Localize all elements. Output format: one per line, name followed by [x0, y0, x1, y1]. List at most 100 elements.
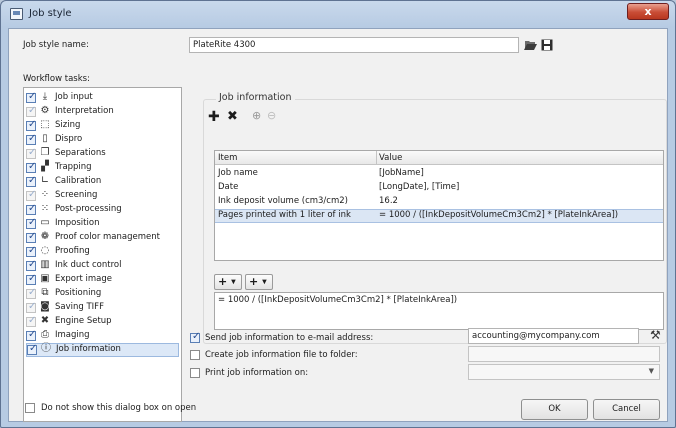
task-saving-tiff[interactable]: ◙ Saving TIFF: [26, 301, 179, 315]
info-icon: ⓘ: [41, 343, 51, 354]
email-address-input[interactable]: accounting@mycompany.com: [468, 328, 639, 344]
email-checkbox[interactable]: [190, 331, 200, 343]
task-job-information[interactable]: ⓘ Job information: [26, 343, 179, 357]
task-positioning[interactable]: ⧉ Positioning: [26, 287, 179, 301]
folder-input[interactable]: [468, 346, 660, 362]
insert-field-dropdown[interactable]: + ▼: [214, 274, 242, 290]
task-proofing[interactable]: ◌ Proofing: [26, 245, 179, 259]
task-checkbox[interactable]: [26, 133, 36, 145]
task-checkbox[interactable]: [26, 329, 36, 341]
row-value: [LongDate], [Time]: [379, 182, 460, 192]
task-checkbox[interactable]: [26, 301, 36, 313]
insert-function-dropdown[interactable]: + ▼: [245, 274, 273, 290]
calibration-icon: ∟: [40, 175, 50, 186]
task-checkbox[interactable]: [26, 245, 36, 257]
window-title: Job style: [29, 8, 72, 19]
import-icon: ⤓: [42, 91, 48, 102]
row-item: Job name: [218, 168, 258, 178]
task-label: Post-processing: [55, 204, 122, 214]
task-checkbox[interactable]: [26, 217, 36, 229]
task-checkbox[interactable]: [27, 343, 37, 355]
task-checkbox[interactable]: [26, 161, 36, 173]
row-value: 16.2: [379, 196, 398, 206]
job-info-table[interactable]: Item Value Job name [JobName] Date [Long…: [214, 150, 664, 261]
task-checkbox[interactable]: [26, 273, 36, 285]
insert-field-label: +: [218, 275, 228, 288]
ok-button[interactable]: OK: [521, 399, 588, 420]
task-interpretation[interactable]: ⚙ Interpretation: [26, 105, 179, 119]
task-checkbox[interactable]: [26, 315, 36, 327]
task-checkbox[interactable]: [26, 231, 36, 243]
task-post-processing[interactable]: ⁙ Post-processing: [26, 203, 179, 217]
workflow-task-list[interactable]: ⤓ Job input ⚙ Interpretation ⬚ Sizing ▯ …: [23, 87, 182, 422]
job-style-name-label: Job style name:: [23, 40, 89, 50]
task-calibration[interactable]: ∟ Calibration: [26, 175, 179, 189]
task-label: Positioning: [55, 288, 102, 298]
trapping-icon: ▞: [41, 161, 49, 172]
task-imposition[interactable]: ▭ Imposition: [26, 217, 179, 231]
task-checkbox[interactable]: [26, 259, 36, 271]
task-label: Imaging: [55, 330, 90, 340]
save-icon[interactable]: [541, 39, 553, 53]
job-style-window: Job style x Job style name: PlateRite 43…: [0, 0, 676, 428]
task-label: Screening: [55, 190, 98, 200]
task-engine-setup[interactable]: ✖ Engine Setup: [26, 315, 179, 329]
positioning-icon: ⧉: [41, 287, 49, 298]
tiff-icon: ◙: [40, 301, 50, 312]
task-checkbox[interactable]: [26, 175, 36, 187]
move-down-icon[interactable]: ⊖: [267, 109, 276, 122]
table-row[interactable]: Date [LongDate], [Time]: [215, 182, 663, 194]
task-label: Engine Setup: [55, 316, 112, 326]
delete-icon[interactable]: ✖: [227, 109, 238, 124]
table-row[interactable]: Job name [JobName]: [215, 168, 663, 180]
column-header-item[interactable]: Item: [218, 153, 237, 163]
row-value: = 1000 / ([InkDepositVolumeCm3Cm2] * [Pl…: [379, 210, 619, 220]
table-row[interactable]: Ink deposit volume (cm3/cm2) 16.2: [215, 196, 663, 208]
task-label: Proofing: [55, 246, 90, 256]
expression-editor[interactable]: = 1000 / ([InkDepositVolumeCm3Cm2] * [Pl…: [214, 292, 664, 330]
plus-icon[interactable]: ✚: [208, 109, 220, 125]
move-up-icon[interactable]: ⊕: [252, 109, 261, 122]
tools-icon[interactable]: ⚒: [650, 329, 661, 341]
task-label: Trapping: [55, 162, 92, 172]
column-header-value[interactable]: Value: [379, 153, 402, 163]
task-separations[interactable]: ❐ Separations: [26, 147, 179, 161]
dont-show-checkbox[interactable]: [25, 403, 35, 413]
insert-function-label: +: [249, 275, 259, 288]
task-label: Proof color management: [55, 232, 160, 242]
task-trapping[interactable]: ▞ Trapping: [26, 161, 179, 175]
task-label: Job input: [55, 92, 93, 102]
task-checkbox[interactable]: [26, 203, 36, 215]
table-row-selected[interactable]: Pages printed with 1 liter of ink = 1000…: [215, 209, 663, 223]
title-bar[interactable]: Job style x: [1, 1, 675, 28]
task-checkbox[interactable]: [26, 287, 36, 299]
chevron-down-icon: ▼: [262, 278, 267, 286]
export-image-icon: ▣: [40, 273, 50, 284]
task-proof-color-management[interactable]: ❁ Proof color management: [26, 231, 179, 245]
file-checkbox[interactable]: [190, 350, 200, 360]
folder-open-icon[interactable]: [524, 39, 537, 53]
task-checkbox[interactable]: [26, 105, 36, 117]
printer-select[interactable]: ▼: [468, 364, 660, 380]
task-checkbox[interactable]: [26, 147, 36, 159]
task-checkbox[interactable]: [26, 189, 36, 201]
task-screening[interactable]: ⁘ Screening: [26, 189, 179, 203]
column-divider[interactable]: [376, 151, 377, 165]
task-job-input[interactable]: ⤓ Job input: [26, 91, 179, 105]
engine-setup-icon: ✖: [40, 315, 50, 326]
task-dispro[interactable]: ▯ Dispro: [26, 133, 179, 147]
task-checkbox[interactable]: [26, 91, 36, 103]
task-checkbox[interactable]: [26, 119, 36, 131]
task-imaging[interactable]: ⎙ Imaging: [26, 329, 179, 343]
job-style-name-input[interactable]: PlateRite 4300: [189, 37, 519, 53]
print-checkbox[interactable]: [190, 368, 200, 378]
close-button[interactable]: x: [627, 3, 669, 20]
task-label: Job information: [56, 344, 121, 354]
chevron-down-icon: ▼: [231, 278, 236, 286]
task-ink-duct-control[interactable]: ▥ Ink duct control: [26, 259, 179, 273]
table-header: Item Value: [215, 151, 663, 165]
ink-duct-icon: ▥: [40, 259, 50, 270]
cancel-button[interactable]: Cancel: [593, 399, 660, 420]
task-export-image[interactable]: ▣ Export image: [26, 273, 179, 287]
task-sizing[interactable]: ⬚ Sizing: [26, 119, 179, 133]
